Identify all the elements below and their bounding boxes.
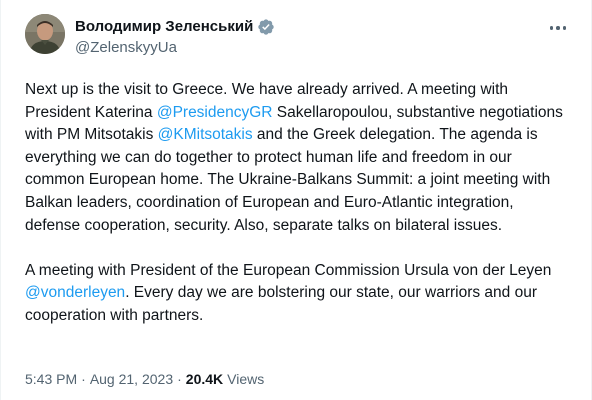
tweet-header: Володимир Зеленський @ZelenskyyUa	[25, 14, 571, 62]
avatar-image	[25, 14, 65, 54]
tweet-text-segment: A meeting with President of the European…	[25, 261, 552, 279]
tweet-paragraph-2: A meeting with President of the European…	[25, 260, 565, 328]
author-display-name[interactable]: Володимир Зеленський	[75, 18, 253, 35]
name-row: Володимир Зеленський	[75, 17, 275, 36]
tweet-card: Володимир Зеленський @ZelenskyyUa Next u…	[0, 0, 592, 400]
mention-link-vonderleyen[interactable]: @vonderleyen	[25, 284, 125, 301]
more-options-icon[interactable]	[547, 20, 569, 36]
author-block: Володимир Зеленський @ZelenskyyUa	[75, 17, 275, 56]
tweet-time[interactable]: 5:43 PM	[25, 371, 77, 387]
mention-link-presidencygr[interactable]: @PresidencyGR	[157, 104, 273, 121]
avatar[interactable]	[25, 14, 65, 54]
views-count: 20.4K	[185, 371, 224, 387]
more-dot	[562, 26, 567, 30]
meta-separator: ·	[81, 371, 86, 387]
meta-separator: ·	[177, 371, 182, 387]
more-dot	[556, 26, 560, 30]
tweet-paragraph-1: Next up is the visit to Greece. We have …	[25, 79, 565, 237]
tweet-date[interactable]: Aug 21, 2023	[90, 371, 173, 387]
more-dot	[549, 26, 554, 30]
tweet-text: Next up is the visit to Greece. We have …	[25, 79, 565, 328]
views-label: Views	[227, 371, 265, 387]
mention-link-kmitsotakis[interactable]: @KMitsotakis	[158, 126, 253, 143]
tweet-meta: 5:43 PM · Aug 21, 2023 · 20.4K Views	[25, 371, 264, 387]
verified-badge-icon	[257, 18, 275, 36]
author-handle[interactable]: @ZelenskyyUa	[75, 39, 275, 56]
